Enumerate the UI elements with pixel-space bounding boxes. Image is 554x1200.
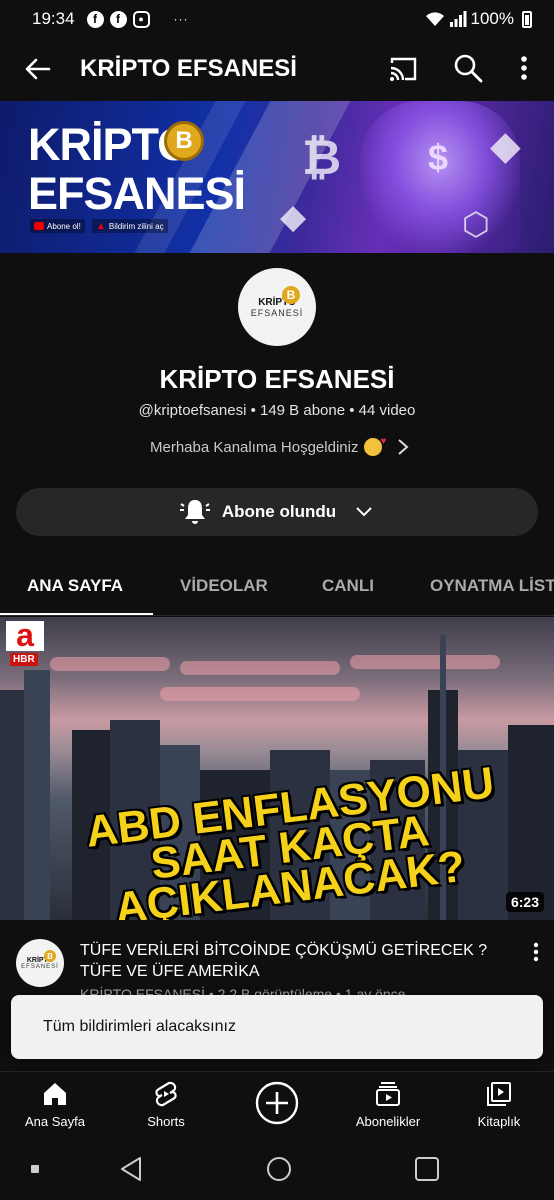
channel-tabs: ANA SAYFA VİDEOLAR CANLI OYNATMA LİSTELE…: [0, 560, 554, 616]
tab-videos[interactable]: VİDEOLAR: [180, 576, 268, 596]
nav-library-label: Kitaplık: [477, 1114, 521, 1129]
snackbar-message: Tüm bildirimleri alacaksınız: [43, 1018, 236, 1035]
channel-banner: ₿ $ ◆ ◆ ⬡ KRİPTO B EFSANESİ Abone ol! ▲ …: [0, 101, 554, 253]
video-duration-badge: 6:23: [505, 892, 544, 912]
signal-icon: [449, 11, 467, 27]
search-icon[interactable]: [452, 52, 484, 84]
more-vert-icon[interactable]: [512, 52, 536, 84]
news-logo-letter: a: [6, 619, 44, 651]
facebook-notification-icon: f: [86, 10, 104, 28]
video-channel-avatar[interactable]: KRİPTO EFSANESİ B: [16, 939, 64, 987]
banner-bell-text: Bildirim zilini aç: [108, 221, 164, 231]
ethereum-symbol-icon: ◆: [490, 124, 521, 168]
tab-home[interactable]: ANA SAYFA: [27, 576, 123, 596]
more-vert-icon[interactable]: [524, 940, 548, 964]
thumbnail-cloud: [160, 687, 360, 701]
facebook-notification-icon-2: f: [109, 10, 127, 28]
nav-library[interactable]: Kitaplık: [449, 1080, 549, 1129]
avatar-text-line2: EFSANESİ: [250, 307, 304, 318]
keyboard-dot-icon: [31, 1165, 39, 1173]
create-plus-icon[interactable]: [254, 1080, 300, 1126]
home-icon: [44, 1083, 66, 1105]
chevron-right-icon: [398, 439, 409, 455]
nav-home-label: Ana Sayfa: [25, 1114, 85, 1129]
banner-bell-chip: ▲ Bildirim zilini aç: [92, 219, 168, 233]
channel-avatar[interactable]: KRİPTO EFSANESİ B: [238, 268, 316, 346]
news-logo-tag: HBR: [10, 653, 38, 666]
nav-subscriptions-label: Abonelikler: [355, 1114, 421, 1129]
system-navigation-bar: [0, 1138, 554, 1200]
snackbar: Tüm bildirimleri alacaksınız: [11, 995, 543, 1059]
dollar-symbol-icon: $: [428, 137, 449, 178]
channel-description-text: Merhaba Kanalıma Hoşgeldiniz: [150, 438, 359, 456]
nav-shorts-label: Shorts: [147, 1114, 185, 1129]
status-bar: 19:34 f f ● ··· 100%: [0, 0, 554, 38]
wifi-icon: [425, 12, 444, 26]
more-notifications-indicator: ···: [173, 12, 189, 26]
bitcoin-symbol-icon: ₿: [302, 132, 342, 185]
thumbnail-cloud: [50, 657, 170, 671]
nav-subscriptions[interactable]: Abonelikler: [338, 1080, 438, 1129]
youtube-play-icon: [34, 222, 44, 230]
subscribed-label: Abone olundu: [221, 502, 337, 521]
nav-shorts[interactable]: Shorts: [116, 1080, 216, 1129]
ethereum-symbol-icon: ◆: [280, 198, 307, 236]
crypto-token-icon: ⬡: [462, 206, 490, 242]
bell-icon: ▲: [96, 220, 106, 232]
bitcoin-coin-icon: B: [164, 121, 204, 161]
smiling-hearts-emoji-icon: [364, 436, 386, 456]
chevron-down-icon: [356, 507, 372, 517]
shorts-icon: [155, 1081, 177, 1107]
banner-subscribe-text: Abone ol!: [47, 221, 81, 231]
system-recents-icon[interactable]: [412, 1154, 442, 1184]
channel-description[interactable]: Merhaba Kanalıma Hoşgeldiniz: [150, 436, 410, 457]
bitcoin-coin-icon: B: [44, 950, 56, 962]
back-arrow-icon[interactable]: [22, 53, 54, 85]
system-home-icon[interactable]: [264, 1154, 294, 1184]
library-icon: [487, 1082, 511, 1106]
thumbnail-building: [0, 690, 24, 920]
cast-icon[interactable]: [388, 54, 418, 84]
app-bar-title: KRİPTO EFSANESİ: [80, 55, 297, 82]
instagram-notification-icon: ●: [132, 10, 150, 28]
video-thumbnail[interactable]: a HBR ABD ENFLASYONU SAAT KAÇTA AÇIKLANA…: [0, 617, 554, 920]
battery-icon: [522, 10, 532, 28]
system-back-icon[interactable]: [116, 1154, 146, 1184]
bottom-navigation: Ana Sayfa Shorts Abonelikler Kitaplık: [0, 1071, 554, 1138]
channel-meta: @kriptoefsanesi • 149 B abone • 44 video: [138, 402, 416, 419]
thumbnail-cloud: [350, 655, 500, 669]
top-app-bar: KRİPTO EFSANESİ: [0, 38, 554, 100]
bitcoin-coin-icon: B: [282, 286, 300, 304]
battery-percent: 100%: [470, 9, 514, 28]
nav-home[interactable]: Ana Sayfa: [5, 1080, 105, 1129]
subscribed-button[interactable]: Abone olundu: [16, 488, 538, 536]
avatar-text-line2: EFSANESİ: [21, 963, 59, 970]
bell-ringing-icon: [179, 500, 210, 524]
banner-subscribe-chip: Abone ol!: [30, 219, 85, 233]
channel-name: KRİPTO EFSANESİ: [159, 364, 395, 394]
tab-live[interactable]: CANLI: [322, 576, 374, 596]
news-channel-logo: a HBR: [6, 619, 44, 673]
active-tab-indicator: [0, 613, 153, 615]
status-time: 19:34: [32, 9, 75, 28]
banner-title-line2: EFSANESİ: [28, 168, 246, 219]
thumbnail-cloud: [180, 661, 340, 675]
tab-playlists[interactable]: OYNATMA LİSTELERİ: [430, 576, 554, 596]
video-title[interactable]: TÜFE VERİLERİ BİTCOİNDE ÇÖKÜŞMÜ GETİRECE…: [80, 940, 500, 982]
subscriptions-icon: [376, 1082, 400, 1106]
